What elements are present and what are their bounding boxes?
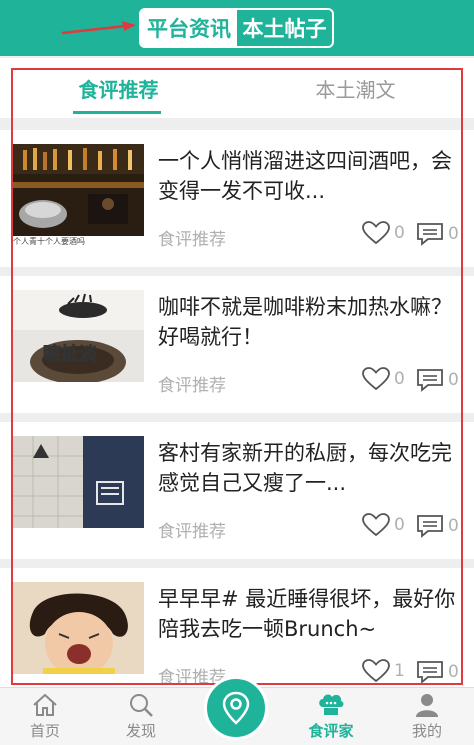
nav-home[interactable]: 首页 — [10, 688, 80, 745]
post-category: 食评推荐 — [158, 376, 226, 396]
heart-icon — [362, 367, 390, 391]
nav-home-label: 首页 — [29, 722, 60, 740]
like-button[interactable]: 1 — [362, 659, 405, 683]
comment-count: 0 — [448, 516, 459, 536]
nav-discover[interactable]: 发现 — [106, 688, 176, 745]
red-arrow-icon — [61, 21, 136, 35]
like-count: 1 — [394, 661, 405, 681]
comment-icon — [417, 369, 443, 392]
nav-profile-label: 我的 — [411, 722, 442, 740]
heart-icon — [362, 659, 390, 683]
tab-local-posts[interactable]: 本土帖子 — [237, 10, 332, 46]
post-title[interactable]: 客村有家新开的私厨，每次吃完感觉自己又瘦了一... — [158, 438, 458, 498]
location-pin-icon — [222, 691, 250, 725]
post-thumbnail — [13, 582, 144, 674]
post-list: 个人青十个人要酒吗 一个人悄悄溜进这四间酒吧，会变得一发不可收... 食评推荐 … — [0, 130, 474, 714]
nav-profile[interactable]: 我的 — [392, 688, 462, 745]
app-screen: 平台资讯 本土帖子 食评推荐 本土潮文 个人青十个人要酒吗 一个人悄悄溜进这四间… — [0, 0, 474, 745]
like-button[interactable]: 0 — [362, 513, 405, 537]
like-button[interactable]: 0 — [362, 367, 405, 391]
top-bar: 平台资讯 本土帖子 — [0, 0, 474, 56]
post-item[interactable]: 客村有家新开的私厨，每次吃完感觉自己又瘦了一... 食评推荐 0 0 — [0, 422, 474, 559]
nav-discover-label: 发现 — [125, 722, 156, 740]
nav-food-critic[interactable]: 食评家 — [296, 688, 366, 745]
location-button[interactable] — [204, 676, 268, 740]
like-button[interactable]: 0 — [362, 221, 405, 245]
comment-button[interactable]: 0 — [416, 368, 459, 392]
post-thumbnail — [13, 144, 144, 236]
post-category: 食评推荐 — [158, 522, 226, 542]
comment-icon — [417, 515, 443, 538]
post-title[interactable]: 咖啡不就是咖啡粉末加热水嘛？好喝就行！ — [158, 292, 458, 352]
post-item[interactable]: 瞎扯淡 咖啡不就是咖啡粉末加热水嘛？好喝就行！ 食评推荐 0 0 — [0, 276, 474, 413]
post-thumbnail: 瞎扯淡 — [13, 290, 144, 382]
thumbnail-caption: 个人青十个人要酒吗 — [13, 237, 85, 246]
user-icon — [416, 694, 438, 717]
comment-icon — [417, 223, 443, 246]
source-switch: 平台资讯 本土帖子 — [139, 8, 334, 48]
comment-button[interactable]: 0 — [416, 222, 459, 246]
nav-food-critic-label: 食评家 — [308, 722, 354, 740]
tab-food-review[interactable]: 食评推荐 — [0, 58, 237, 118]
tab-platform-news[interactable]: 平台资讯 — [141, 10, 237, 46]
tab-local-trending[interactable]: 本土潮文 — [237, 58, 474, 118]
home-icon — [33, 693, 57, 716]
post-category: 食评推荐 — [158, 230, 226, 250]
post-thumbnail — [13, 436, 144, 528]
like-count: 0 — [394, 223, 405, 243]
post-title[interactable]: 早早早# 最近睡得很坏，最好你陪我去吃一顿Brunch~ — [158, 584, 458, 644]
comment-count: 0 — [448, 224, 459, 244]
post-title[interactable]: 一个人悄悄溜进这四间酒吧，会变得一发不可收... — [158, 146, 458, 206]
like-count: 0 — [394, 369, 405, 389]
search-icon — [130, 694, 153, 717]
comment-button[interactable]: 0 — [416, 514, 459, 538]
heart-icon — [362, 221, 390, 245]
like-count: 0 — [394, 515, 405, 535]
chef-hat-icon — [319, 694, 344, 715]
comment-count: 0 — [448, 370, 459, 390]
comment-icon — [417, 661, 443, 684]
comment-count: 0 — [448, 662, 459, 682]
heart-icon — [362, 513, 390, 537]
category-tabs: 食评推荐 本土潮文 — [0, 58, 474, 118]
comment-button[interactable]: 0 — [416, 660, 459, 684]
thumbnail-text: 瞎扯淡 — [43, 343, 98, 365]
post-item[interactable]: 个人青十个人要酒吗 一个人悄悄溜进这四间酒吧，会变得一发不可收... 食评推荐 … — [0, 130, 474, 267]
